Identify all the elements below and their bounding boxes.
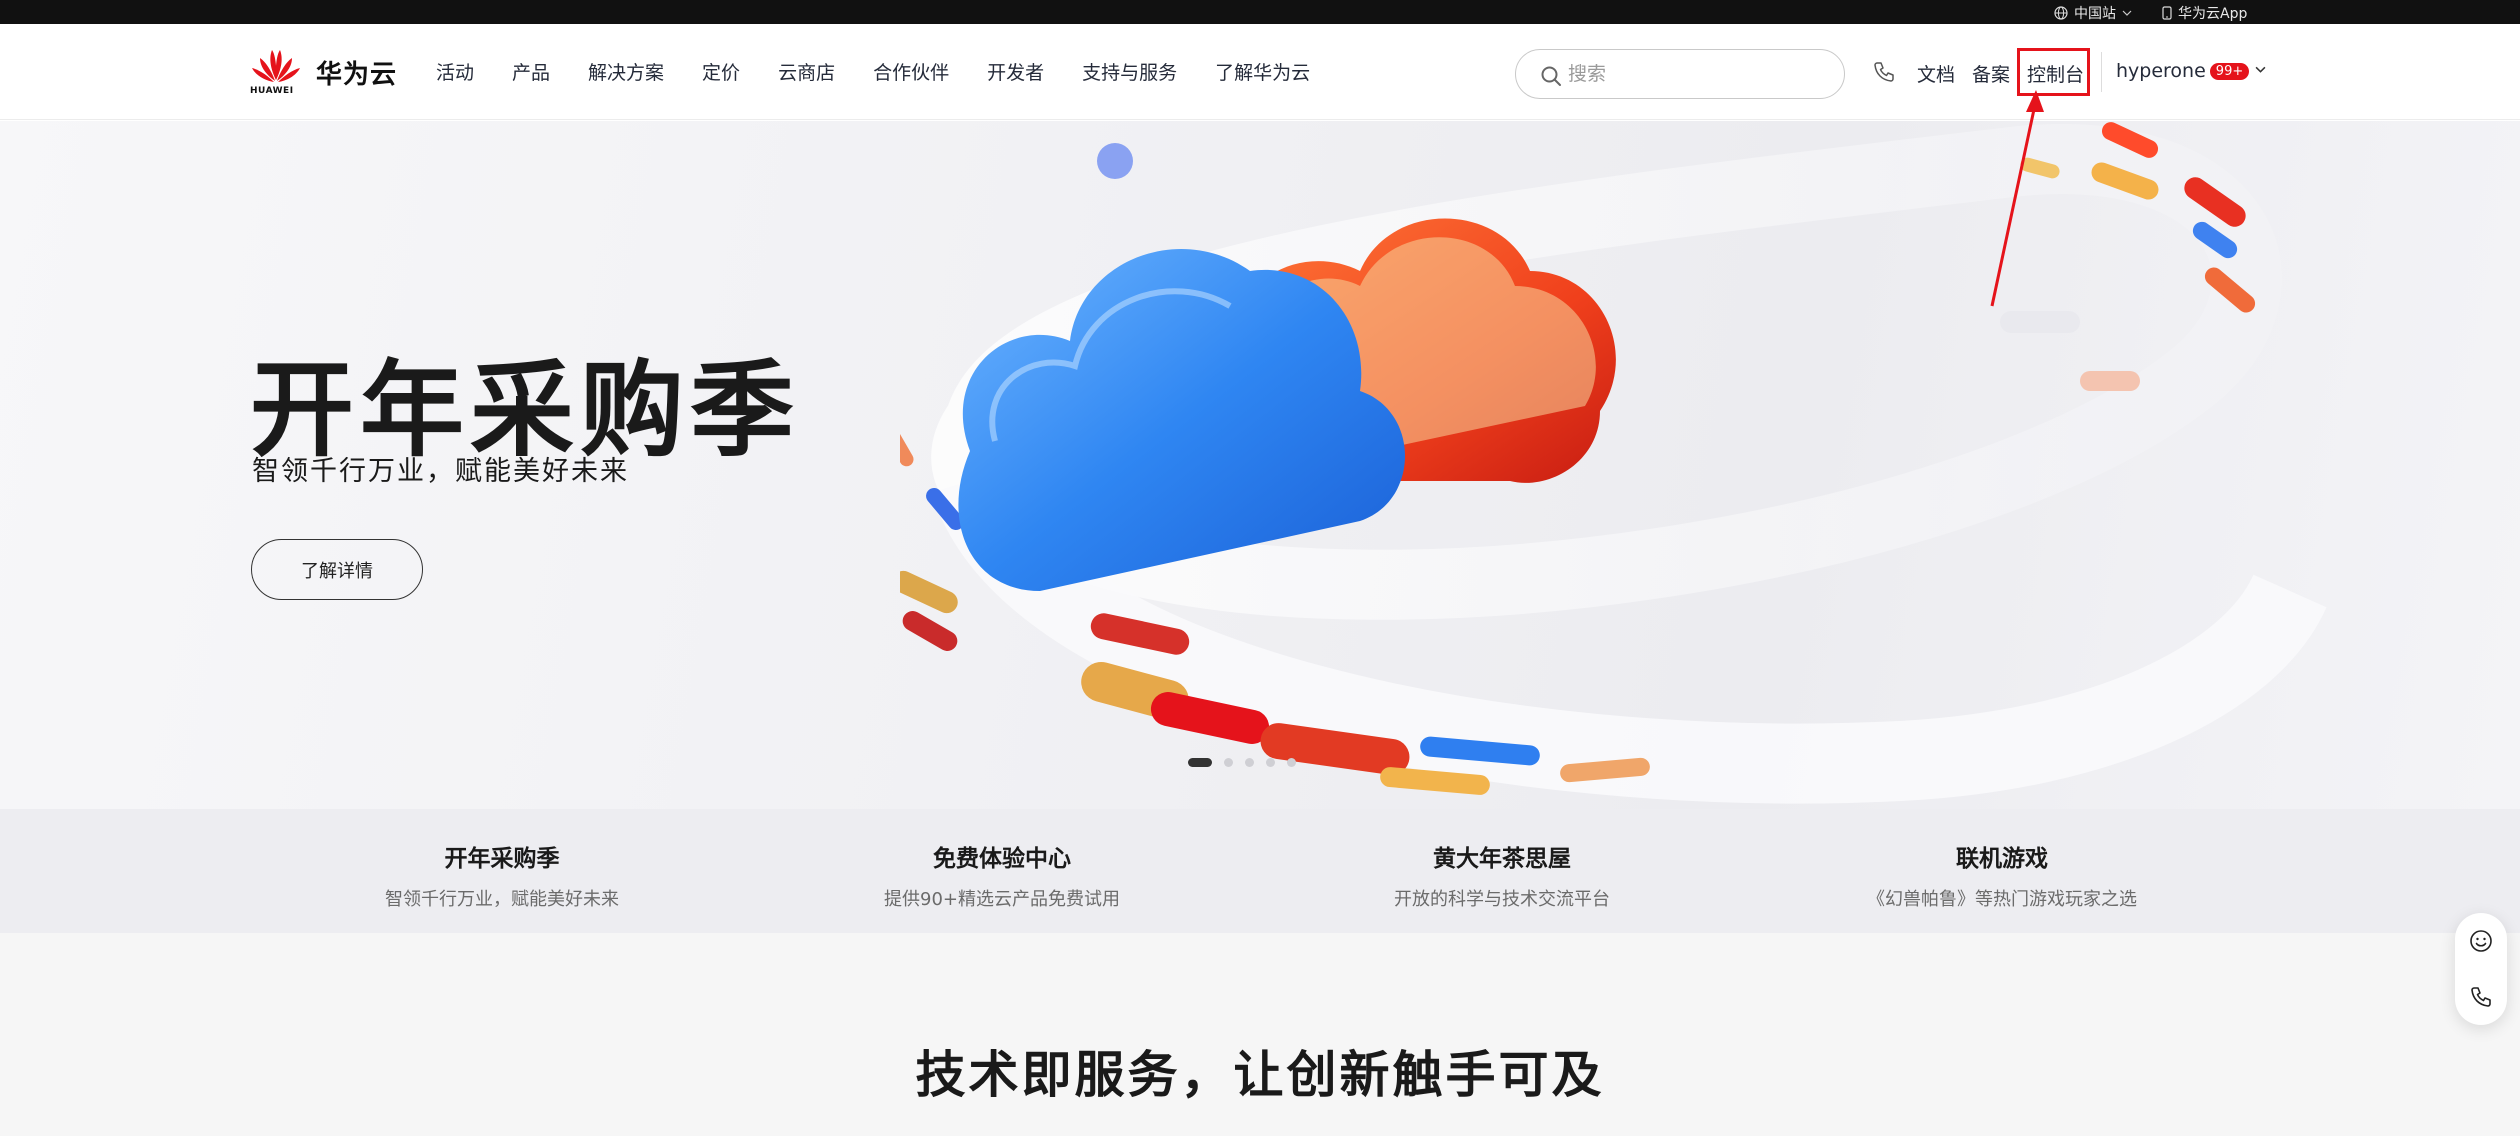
brand-logo[interactable]: HUAWEI 华为云	[250, 46, 397, 98]
search-icon[interactable]	[1540, 65, 1562, 87]
strip-card-subtitle: 智领千行万业，赋能美好未来	[385, 889, 619, 910]
primary-nav: 活动 产品 解决方案 定价 云商店 合作伙伴 开发者 支持与服务 了解华为云	[436, 58, 1348, 85]
nav-item-pricing[interactable]: 定价	[702, 58, 740, 85]
username-label: hyperone	[2116, 60, 2206, 82]
hero-banner[interactable]: 开年采购季 智领千行万业，赋能美好未来 了解详情	[0, 121, 2520, 809]
strip-card-subtitle: 《幻兽帕鲁》等热门游戏玩家之选	[1867, 889, 2137, 910]
smiley-icon[interactable]	[2469, 929, 2493, 953]
phone-call-icon[interactable]	[2469, 985, 2493, 1009]
strip-card-title: 免费体验中心	[933, 846, 1071, 872]
app-label: 华为云App	[2178, 6, 2248, 22]
search-input[interactable]	[1568, 63, 1818, 85]
nav-item-partners[interactable]: 合作伙伴	[873, 58, 949, 85]
main-header: HUAWEI 华为云 活动 产品 解决方案 定价 云商店 合作伙伴 开发者 支持…	[0, 24, 2520, 120]
phone-mobile-icon	[2162, 6, 2172, 20]
carousel-dot[interactable]	[1224, 758, 1233, 767]
nav-item-support[interactable]: 支持与服务	[1082, 58, 1177, 85]
top-utility-bar: 中国站 华为云App	[0, 0, 2520, 24]
nav-item-about[interactable]: 了解华为云	[1215, 58, 1310, 85]
carousel-dot[interactable]	[1245, 758, 1254, 767]
nav-item-marketplace[interactable]: 云商店	[778, 58, 835, 85]
strip-card-title: 黄大年茶思屋	[1433, 846, 1571, 872]
header-divider	[2101, 52, 2102, 92]
strip-card-free-trial[interactable]: 免费体验中心 提供90+精选云产品免费试用	[752, 809, 1252, 933]
strip-card-title: 开年采购季	[444, 846, 560, 872]
filing-link[interactable]: 备案	[1972, 60, 2010, 87]
user-menu[interactable]: hyperone 99+	[2116, 60, 2266, 82]
feature-strip: 开年采购季 智领千行万业，赋能美好未来 免费体验中心 提供90+精选云产品免费试…	[0, 809, 2520, 933]
notification-badge: 99+	[2209, 63, 2250, 80]
nav-item-products[interactable]: 产品	[512, 58, 550, 85]
brand-name: 华为云	[316, 59, 398, 90]
docs-link[interactable]: 文档	[1917, 60, 1955, 87]
hero-cloud-illustration	[900, 122, 2327, 804]
brand-sub-label: HUAWEI	[250, 86, 294, 96]
region-selector[interactable]: 中国站	[2054, 3, 2132, 23]
carousel-dot[interactable]	[1188, 758, 1212, 767]
app-download-link[interactable]: 华为云App	[2162, 3, 2247, 23]
chevron-down-icon	[2255, 66, 2266, 73]
tech-service-section: 技术即服务，让创新触手可及	[0, 933, 2520, 1136]
strip-card-tea-house[interactable]: 黄大年茶思屋 开放的科学与技术交流平台	[1252, 809, 1752, 933]
carousel-dot[interactable]	[1287, 758, 1296, 767]
strip-card-online-gaming[interactable]: 联机游戏 《幻兽帕鲁》等热门游戏玩家之选	[1752, 809, 2252, 933]
nav-item-activities[interactable]: 活动	[436, 58, 474, 85]
strip-card-subtitle: 开放的科学与技术交流平台	[1394, 889, 1610, 910]
strip-card-procurement[interactable]: 开年采购季 智领千行万业，赋能美好未来	[252, 809, 752, 933]
nav-item-developers[interactable]: 开发者	[987, 58, 1044, 85]
search-box[interactable]	[1515, 49, 1845, 99]
region-label: 中国站	[2074, 6, 2116, 22]
phone-icon[interactable]	[1872, 60, 1896, 84]
strip-card-title: 联机游戏	[1956, 846, 2048, 872]
hero-subtitle: 智领千行万业，赋能美好未来	[252, 456, 629, 487]
carousel-dot[interactable]	[1266, 758, 1275, 767]
chevron-down-icon	[2122, 10, 2132, 16]
learn-more-button[interactable]: 了解详情	[251, 539, 423, 600]
floating-action-bar	[2455, 913, 2507, 1025]
huawei-logo-icon: HUAWEI	[250, 46, 302, 98]
console-highlight-box	[2017, 48, 2090, 96]
globe-icon	[2054, 6, 2068, 20]
section-title: 技术即服务，让创新触手可及	[915, 1046, 1605, 1104]
carousel-indicators	[1188, 758, 1296, 767]
nav-item-solutions[interactable]: 解决方案	[588, 58, 664, 85]
strip-card-subtitle: 提供90+精选云产品免费试用	[884, 889, 1120, 910]
